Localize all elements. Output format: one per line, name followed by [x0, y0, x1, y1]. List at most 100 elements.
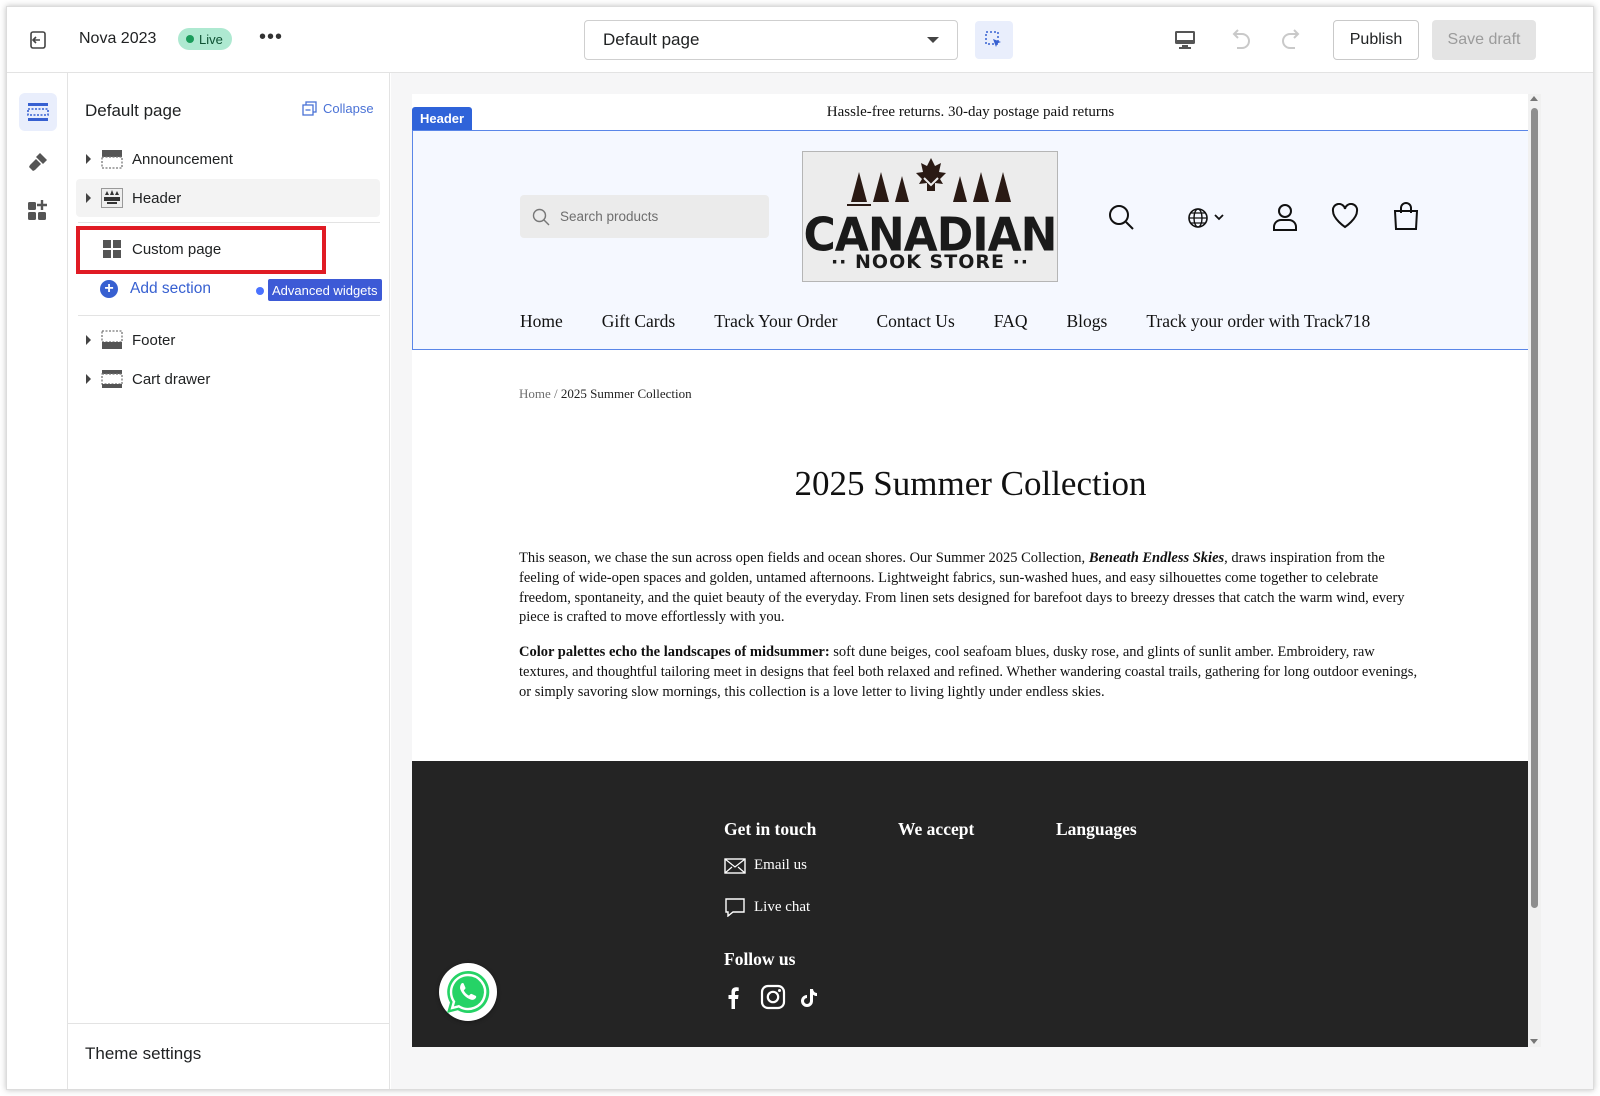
breadcrumb-separator: /	[550, 386, 561, 401]
top-bar: Nova 2023 Live ••• Default page Publish …	[7, 7, 1593, 73]
nav-item-gift-cards[interactable]: Gift Cards	[602, 311, 675, 332]
sidebar-item-label: Cart drawer	[132, 370, 211, 388]
nav-item-contact[interactable]: Contact Us	[877, 311, 955, 332]
plus-circle-icon: +	[100, 280, 118, 298]
nav-item-track-order[interactable]: Track Your Order	[714, 311, 837, 332]
caret-right-icon	[86, 193, 91, 203]
live-dot	[186, 35, 194, 43]
theme-name: Nova 2023	[79, 30, 157, 47]
breadcrumb-current: 2025 Summer Collection	[560, 386, 692, 401]
scroll-up-icon[interactable]	[1530, 96, 1538, 101]
page-paragraph-1: This season, we chase the sun across ope…	[519, 549, 1419, 628]
breadcrumb: Home / 2025 Summer Collection	[519, 386, 692, 402]
announcement-bar[interactable]: Hassle-free returns. 30-day postage paid…	[412, 94, 1529, 130]
globe-icon[interactable]	[1187, 207, 1227, 229]
store-logo[interactable]: CANADIAN ·· NOOK STORE ··	[802, 151, 1058, 282]
sidebar-item-cart-drawer[interactable]: Cart drawer	[76, 360, 380, 398]
header-thumbnail-icon	[101, 188, 123, 208]
redo-icon[interactable]	[1279, 27, 1305, 53]
header-section-tag: Header	[412, 107, 473, 130]
sidebar-item-footer[interactable]: Footer	[76, 321, 380, 359]
sidebar-item-label: Custom page	[132, 240, 222, 258]
desktop-icon[interactable]	[1172, 27, 1198, 53]
page-paragraph-2: Color palettes echo the landscapes of mi…	[519, 643, 1419, 702]
icon-rail	[7, 73, 68, 1089]
caret-right-icon	[86, 335, 91, 345]
inspect-icon[interactable]	[975, 21, 1013, 59]
exit-icon[interactable]	[25, 27, 51, 53]
sections-icon[interactable]	[19, 93, 57, 131]
footer-heading-languages: Languages	[1056, 819, 1137, 839]
page-select-value: Default page	[603, 30, 700, 49]
theme-settings-label: Theme settings	[85, 1044, 202, 1063]
whatsapp-icon[interactable]	[439, 963, 497, 1021]
sidebar-title: Default page	[85, 101, 182, 120]
nav-item-home[interactable]: Home	[520, 311, 563, 332]
search-icon	[532, 208, 550, 225]
more-actions-button[interactable]: •••	[259, 27, 283, 47]
divider	[78, 222, 380, 223]
chevron-down-icon	[927, 37, 939, 43]
logo-trees-icon	[847, 158, 1011, 206]
theme-settings-button[interactable]: Theme settings	[68, 1023, 390, 1089]
sidebar-item-announcement[interactable]: Announcement	[76, 140, 380, 178]
sections-sidebar: Default page Collapse Announcement Heade…	[68, 73, 390, 1089]
collapse-icon	[302, 101, 317, 116]
header-section[interactable]: Search products CANADIAN ·· NOOK STORE ·…	[412, 130, 1529, 350]
footer-email-link[interactable]: Email us	[724, 857, 807, 874]
advanced-widgets-button[interactable]: Advanced widgets	[268, 279, 382, 301]
page-title: 2025 Summer Collection	[794, 464, 1147, 503]
sidebar-item-custom-page[interactable]: Custom page	[76, 230, 380, 268]
nav-item-faq[interactable]: FAQ	[994, 311, 1028, 332]
instagram-icon[interactable]	[760, 984, 786, 1010]
page-select[interactable]: Default page	[584, 20, 958, 60]
tiktok-icon[interactable]	[800, 988, 818, 1008]
editor-window: Nova 2023 Live ••• Default page Publish …	[6, 6, 1594, 1090]
cart-icon[interactable]	[1392, 201, 1420, 231]
publish-button[interactable]: Publish	[1333, 20, 1419, 60]
search-icon[interactable]	[1107, 203, 1135, 231]
footer-live-chat-link[interactable]: Live chat	[724, 897, 810, 917]
undo-icon[interactable]	[1227, 27, 1253, 53]
chat-icon	[725, 898, 745, 917]
mail-icon	[724, 857, 746, 874]
apps-icon[interactable]	[19, 191, 57, 229]
footer-section[interactable]: Get in touch We accept Languages Email u…	[412, 761, 1529, 1047]
scroll-down-icon[interactable]	[1530, 1039, 1538, 1044]
preview-scrollbar[interactable]	[1528, 94, 1541, 1047]
divider	[78, 315, 380, 316]
advanced-widgets-dot	[256, 287, 264, 295]
theme-style-icon[interactable]	[19, 143, 57, 181]
section-layout-icon	[101, 369, 123, 389]
footer-heading-get-in-touch: Get in touch	[724, 819, 817, 839]
nav-item-blogs[interactable]: Blogs	[1066, 311, 1107, 332]
paragraph-emphasis: Beneath Endless Skies	[1088, 550, 1225, 566]
collapse-button[interactable]: Collapse	[302, 101, 374, 116]
live-label: Live	[199, 31, 223, 47]
footer-link-label: Email us	[754, 857, 807, 873]
nav-item-track718[interactable]: Track your order with Track718	[1146, 311, 1370, 332]
caret-right-icon	[86, 374, 91, 384]
breadcrumb-home[interactable]: Home	[519, 386, 551, 401]
add-section-label: Add section	[130, 280, 211, 297]
footer-heading-follow-us: Follow us	[724, 949, 796, 969]
collapse-label: Collapse	[323, 101, 374, 116]
save-draft-button[interactable]: Save draft	[1432, 20, 1536, 60]
section-layout-icon	[101, 330, 123, 350]
account-icon[interactable]	[1271, 203, 1299, 231]
sidebar-item-label: Announcement	[132, 150, 233, 168]
footer-link-label: Live chat	[754, 898, 811, 915]
wishlist-icon[interactable]	[1331, 203, 1359, 229]
sidebar-item-label: Header	[132, 189, 182, 207]
scroll-thumb[interactable]	[1531, 108, 1538, 908]
add-section-button[interactable]: + Add section	[100, 280, 211, 298]
paragraph-strong: Color palettes echo the landscapes of mi…	[519, 644, 830, 660]
search-input[interactable]: Search products	[520, 195, 769, 238]
grid-icon	[101, 239, 123, 259]
main-navigation: Home Gift Cards Track Your Order Contact…	[520, 311, 1409, 332]
live-badge: Live	[178, 28, 232, 50]
section-layout-icon	[101, 149, 123, 169]
facebook-icon[interactable]	[726, 987, 740, 1009]
sidebar-item-header[interactable]: Header	[76, 179, 380, 217]
store-preview: Hassle-free returns. 30-day postage paid…	[412, 94, 1529, 1047]
